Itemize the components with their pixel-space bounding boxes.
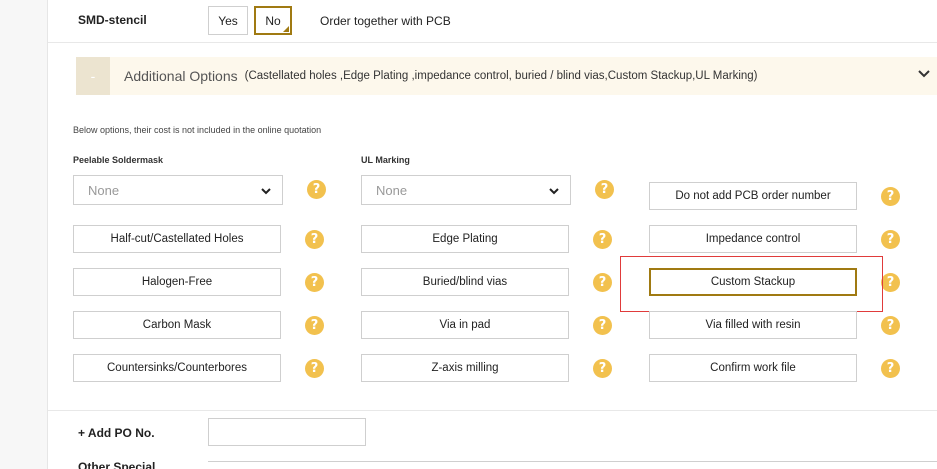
help-icon[interactable]: ? [305, 273, 324, 292]
peelable-soldermask-label: Peelable Soldermask [73, 155, 164, 165]
peelable-soldermask-select[interactable]: None [73, 175, 283, 205]
peelable-soldermask-value: None [88, 182, 120, 198]
help-icon[interactable]: ? [305, 359, 324, 378]
help-icon[interactable]: ? [881, 273, 900, 292]
help-icon[interactable]: ? [881, 316, 900, 335]
countersinks-counterbores-button[interactable]: Countersinks/Counterbores [73, 354, 281, 382]
additional-options-subtitle: (Castellated holes ,Edge Plating ,impeda… [244, 70, 758, 82]
help-icon[interactable]: ? [307, 180, 326, 199]
chevron-down-icon[interactable] [917, 67, 931, 81]
other-special-input[interactable] [208, 461, 937, 469]
help-icon[interactable]: ? [593, 316, 612, 335]
help-icon[interactable]: ? [881, 359, 900, 378]
smd-yes-button[interactable]: Yes [208, 6, 248, 35]
smd-no-button[interactable]: No [254, 6, 292, 35]
impedance-control-button[interactable]: Impedance control [649, 225, 857, 253]
quotation-note: Below options, their cost is not include… [73, 125, 322, 135]
help-icon[interactable]: ? [593, 230, 612, 249]
help-icon[interactable]: ? [593, 273, 612, 292]
via-in-pad-button[interactable]: Via in pad [361, 311, 569, 339]
buried-blind-vias-button[interactable]: Buried/blind vias [361, 268, 569, 296]
edge-plating-button[interactable]: Edge Plating [361, 225, 569, 253]
help-icon[interactable]: ? [305, 230, 324, 249]
confirm-work-file-button[interactable]: Confirm work file [649, 354, 857, 382]
ul-marking-value: None [376, 182, 408, 198]
left-gutter [0, 0, 48, 469]
help-icon[interactable]: ? [593, 359, 612, 378]
smd-stencil-note: Order together with PCB [320, 14, 451, 28]
ul-marking-select[interactable]: None [361, 175, 571, 205]
help-icon[interactable]: ? [595, 180, 614, 199]
no-order-number-button[interactable]: Do not add PCB order number [649, 182, 857, 210]
help-icon[interactable]: ? [881, 187, 900, 206]
carbon-mask-button[interactable]: Carbon Mask [73, 311, 281, 339]
halogen-free-button[interactable]: Halogen-Free [73, 268, 281, 296]
additional-options-title: Additional Options [124, 68, 238, 84]
divider [48, 42, 937, 43]
help-icon[interactable]: ? [881, 230, 900, 249]
chevron-down-icon [549, 188, 559, 195]
smd-stencil-label: SMD-stencil [78, 13, 147, 27]
add-po-number-label[interactable]: + Add PO No. [78, 426, 155, 440]
help-icon[interactable]: ? [305, 316, 324, 335]
divider [48, 410, 937, 411]
chevron-down-icon [261, 188, 271, 195]
z-axis-milling-button[interactable]: Z-axis milling [361, 354, 569, 382]
half-cut-castellated-holes-button[interactable]: Half-cut/Castellated Holes [73, 225, 281, 253]
additional-options-banner[interactable]: - Additional Options (Castellated holes … [76, 57, 937, 95]
other-special-label: Other Special [78, 460, 156, 469]
via-filled-with-resin-button[interactable]: Via filled with resin [649, 311, 857, 339]
collapse-toggle[interactable]: - [76, 57, 110, 95]
custom-stackup-highlight [620, 256, 883, 312]
po-number-input[interactable] [208, 418, 366, 446]
ul-marking-label: UL Marking [361, 155, 410, 165]
